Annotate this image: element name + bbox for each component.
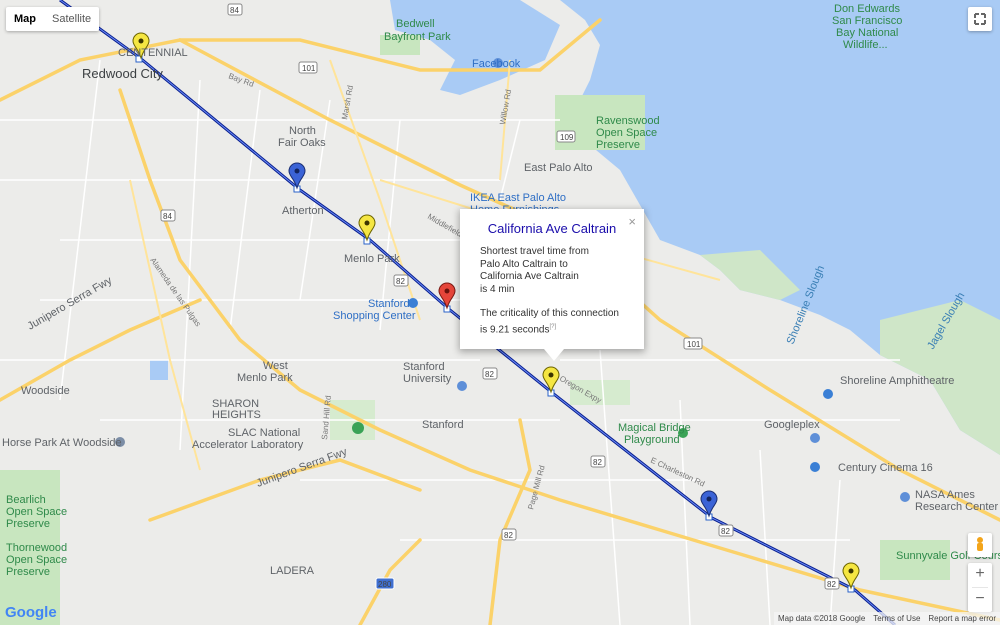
label-don-1: Don Edwards xyxy=(834,3,901,15)
shield-82c: 82 xyxy=(593,458,602,467)
label-magical-1: Magical Bridge xyxy=(618,422,691,434)
info-window-title[interactable]: California Ave Caltrain xyxy=(460,221,644,236)
info-window-body: Shortest travel time from Palo Alto Calt… xyxy=(480,246,640,336)
label-thornewood-3: Preserve xyxy=(6,566,50,578)
map-attribution: Map data ©2018 Google xyxy=(777,614,866,623)
label-facebook: Facebook xyxy=(472,58,521,70)
info-criticality-text: is 9.21 seconds xyxy=(480,323,550,335)
label-stanford-sc-1: Stanford xyxy=(368,298,410,310)
info-window: California Ave Caltrain × Shortest trave… xyxy=(460,209,644,361)
info-line: The criticality of this connection xyxy=(480,308,619,319)
label-east-palo-alto: East Palo Alto xyxy=(524,162,593,174)
label-north-fair-oaks-1: North xyxy=(289,125,316,137)
info-window-close-button[interactable]: × xyxy=(628,214,636,229)
label-sharon-2: HEIGHTS xyxy=(212,409,261,421)
label-shoreline: Shoreline Amphitheatre xyxy=(840,375,954,387)
label-west-menlo-2: Menlo Park xyxy=(237,372,293,384)
report-error-link[interactable]: Report a map error xyxy=(928,612,996,625)
shield-82f: 82 xyxy=(504,531,513,540)
label-bedwell-1: Bedwell xyxy=(396,18,435,30)
label-bear-1: Bearlich xyxy=(6,494,46,506)
shield-101a: 101 xyxy=(302,64,316,73)
map-type-map-button[interactable]: Map xyxy=(6,7,44,31)
label-atherton: Atherton xyxy=(282,205,324,217)
label-slac-1: SLAC National xyxy=(228,427,300,439)
label-don-3: Bay National xyxy=(836,27,898,39)
shield-84b: 84 xyxy=(230,6,239,15)
label-don-4: Wildlife... xyxy=(843,39,888,51)
map-type-satellite-button[interactable]: Satellite xyxy=(44,7,99,31)
label-bear-3: Preserve xyxy=(6,518,50,530)
info-line: Shortest travel time from xyxy=(480,246,589,257)
small-lake xyxy=(150,360,168,380)
label-stanford-univ-2: University xyxy=(403,373,452,385)
street-view-pegman[interactable] xyxy=(968,533,992,557)
info-line: California Ave Caltrain xyxy=(480,271,579,282)
info-spacer xyxy=(480,296,640,308)
terms-link[interactable]: Terms of Use xyxy=(873,612,920,625)
zoom-out-button[interactable]: − xyxy=(968,588,992,612)
label-thornewood-1: Thornewood xyxy=(6,542,67,554)
label-stanford-univ-1: Stanford xyxy=(403,361,445,373)
label-nasa-1: NASA Ames xyxy=(915,489,975,501)
shield-82e: 82 xyxy=(827,580,836,589)
info-line-criticality: is 9.21 seconds[?] xyxy=(480,321,640,337)
label-ravenswood-1: Ravenswood xyxy=(596,115,660,127)
cinema-poi-icon[interactable] xyxy=(810,462,820,472)
label-thornewood-2: Open Space xyxy=(6,554,67,566)
label-nasa-2: Research Center xyxy=(915,501,998,513)
amphitheatre-poi-icon[interactable] xyxy=(823,389,833,399)
label-bear-2: Open Space xyxy=(6,506,67,518)
fullscreen-button[interactable] xyxy=(968,7,992,31)
shield-82d: 82 xyxy=(721,527,730,536)
shield-82b: 82 xyxy=(485,370,494,379)
label-north-fair-oaks-2: Fair Oaks xyxy=(278,137,326,149)
label-ravenswood-3: Preserve xyxy=(596,139,640,151)
googleplex-poi-icon[interactable] xyxy=(810,433,820,443)
label-woodside: Woodside xyxy=(21,385,70,397)
label-googleplex: Googleplex xyxy=(764,419,820,431)
shield-84: 84 xyxy=(163,212,172,221)
fullscreen-icon xyxy=(974,13,986,25)
nasa-poi-icon[interactable] xyxy=(900,492,910,502)
park-poi-icon[interactable] xyxy=(352,422,364,434)
label-don-2: San Francisco xyxy=(832,15,902,27)
label-ravenswood-2: Open Space xyxy=(596,127,657,139)
shield-101b: 101 xyxy=(687,340,701,349)
label-stanford: Stanford xyxy=(422,419,464,431)
shield-82a: 82 xyxy=(396,277,405,286)
info-line: is 4 min xyxy=(480,283,515,295)
footnote-link[interactable]: [?] xyxy=(550,324,557,330)
zoom-control: + − xyxy=(968,563,992,612)
info-line: Palo Alto Caltrain to xyxy=(480,258,568,270)
label-centennial: CENTENNIAL xyxy=(118,47,188,59)
shield-109: 109 xyxy=(560,133,574,142)
label-ikea-1: IKEA East Palo Alto xyxy=(470,192,566,204)
shield-280: 280 xyxy=(378,580,392,589)
label-bedwell-2: Bayfront Park xyxy=(384,31,451,43)
label-slac-2: Accelerator Laboratory xyxy=(192,439,304,451)
pegman-icon xyxy=(977,537,983,551)
google-logo[interactable]: Google xyxy=(5,604,57,621)
label-magical-2: Playground xyxy=(624,434,680,446)
label-century: Century Cinema 16 xyxy=(838,462,933,474)
label-ladera: LADERA xyxy=(270,565,315,577)
label-menlo-park: Menlo Park xyxy=(344,253,400,265)
google-logo-text: Google xyxy=(5,604,57,621)
label-redwood-city: Redwood City xyxy=(82,66,163,81)
label-west-menlo-1: West xyxy=(263,360,288,372)
label-horse-park: Horse Park At Woodside xyxy=(2,437,122,449)
label-stanford-sc-2: Shopping Center xyxy=(333,310,416,322)
map-type-control: Map Satellite xyxy=(6,7,100,31)
stanford-univ-poi-icon[interactable] xyxy=(457,381,467,391)
zoom-in-button[interactable]: + xyxy=(968,563,992,587)
map-footer: Map data ©2018 Google Terms of Use Repor… xyxy=(773,612,1000,625)
